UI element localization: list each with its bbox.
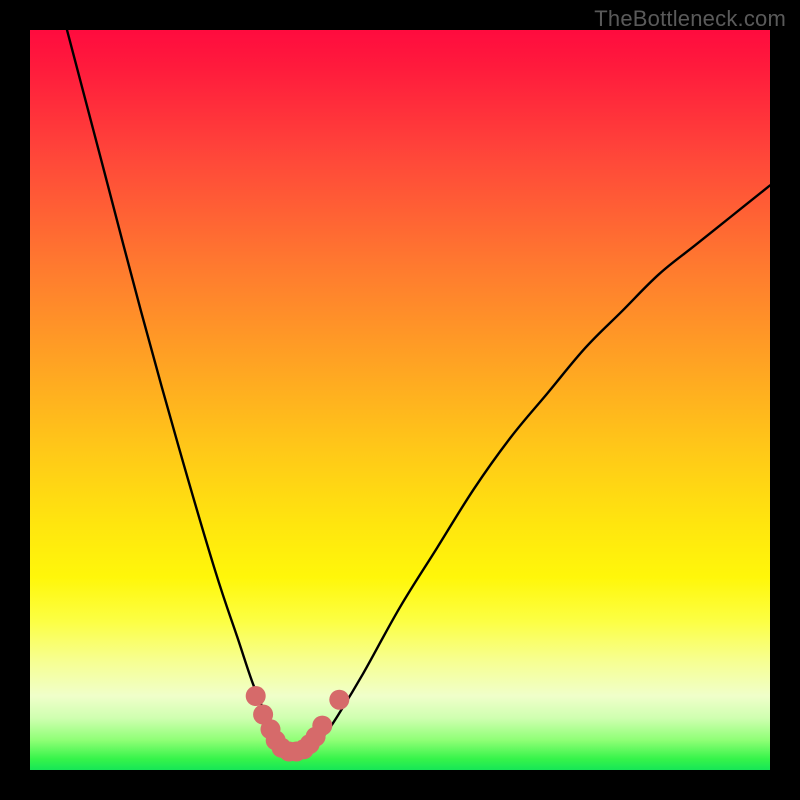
marker-dot <box>246 686 266 706</box>
watermark-text: TheBottleneck.com <box>594 6 786 32</box>
plot-area <box>30 30 770 770</box>
marker-dot <box>329 690 349 710</box>
outer-frame: TheBottleneck.com <box>0 0 800 800</box>
marker-dot <box>312 716 332 736</box>
chart-svg <box>30 30 770 770</box>
bottleneck-curve-path <box>67 30 770 756</box>
curve-group <box>67 30 770 756</box>
